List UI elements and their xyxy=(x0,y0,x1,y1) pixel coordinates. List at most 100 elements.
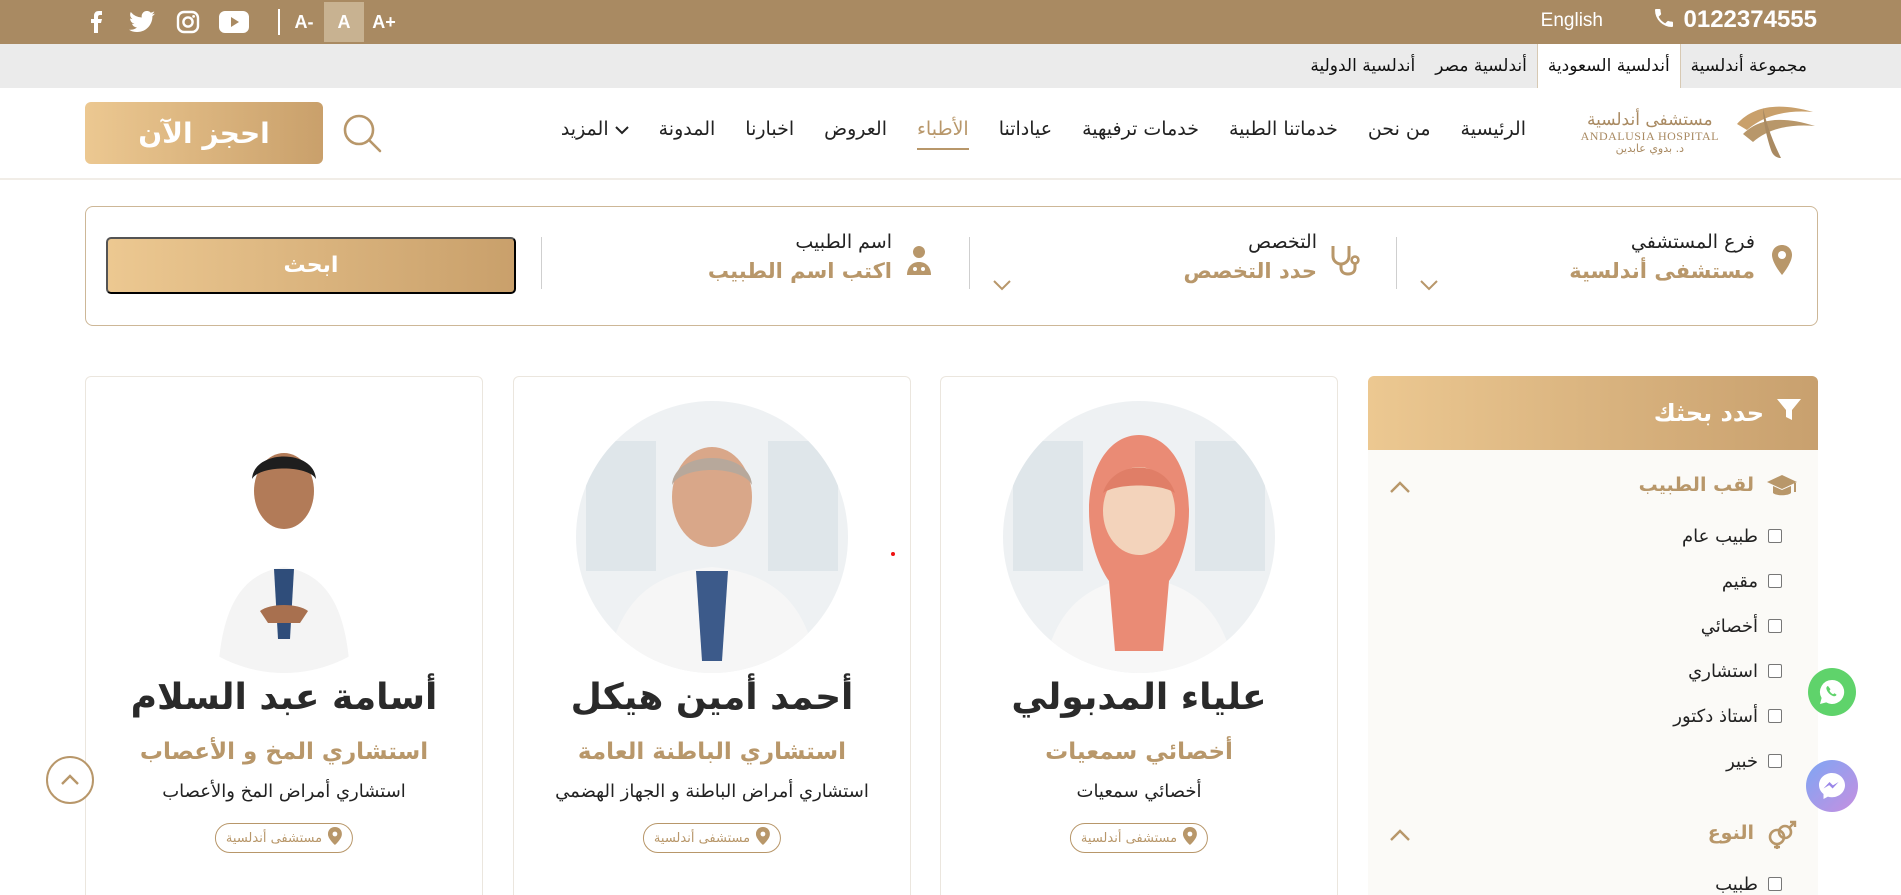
nav-item-doctors[interactable]: الأطباء xyxy=(916,118,969,150)
branch-value: مستشفى أندلسية xyxy=(1569,259,1755,283)
nav-item-blog[interactable]: المدونة xyxy=(659,118,716,140)
specialty-select[interactable]: التخصص حدد التخصص xyxy=(1017,231,1360,303)
filter-option-label: أخصائي xyxy=(1700,615,1758,637)
nav-item-more[interactable]: المزيد xyxy=(561,118,629,140)
top-bar: A- A A+ English 0122374555 xyxy=(0,0,1901,44)
doctor-description: استشاري أمراض المخ والأعصاب xyxy=(162,781,406,802)
doctor-card[interactable]: أحمد أمين هيكل استشاري الباطنة العامة اس… xyxy=(513,376,911,895)
doctor-icon xyxy=(902,243,936,277)
branch-label: مستشفى أندلسية xyxy=(653,830,751,846)
doctor-name[interactable]: علياء المدبولي xyxy=(941,677,1337,718)
checkbox[interactable] xyxy=(1768,754,1782,768)
divider xyxy=(278,9,280,35)
location-pin-icon xyxy=(1183,827,1198,849)
checkbox[interactable] xyxy=(1768,664,1782,678)
filter-option-label: طبيب عام xyxy=(1682,525,1758,547)
group-tabs: مجموعة أندلسية أندلسية السعودية أندلسية … xyxy=(1300,44,1817,88)
branch-label: مستشفى أندلسية xyxy=(1080,830,1178,846)
search-button[interactable]: ابحث xyxy=(106,237,516,294)
filter-section-doctor-title[interactable]: لقب الطبيب xyxy=(1368,468,1818,508)
checkbox[interactable] xyxy=(1768,529,1782,543)
nav-item-entertainment-services[interactable]: خدمات ترفيهية xyxy=(1082,118,1199,140)
language-switch[interactable]: English xyxy=(1541,10,1603,32)
doctor-search-bar: فرع المستشفي مستشفى أندلسية التخصص حدد ا… xyxy=(85,206,1818,326)
chevron-up-icon[interactable] xyxy=(1388,824,1412,848)
phone-contact[interactable]: 0122374555 xyxy=(1652,6,1817,34)
filter-option-label: خبير xyxy=(1726,750,1758,772)
group-tab-andalusia-saudi[interactable]: أندلسية السعودية xyxy=(1536,44,1681,88)
facebook-icon[interactable] xyxy=(80,6,112,38)
doctor-name-input[interactable]: اكتب اسم الطبيب xyxy=(592,259,892,283)
filter-option-resident[interactable]: مقيم xyxy=(1722,567,1782,595)
nav-item-about[interactable]: من نحن xyxy=(1368,118,1431,140)
branch-label: مستشفى أندلسية xyxy=(225,830,323,846)
specialty-value: حدد التخصص xyxy=(1183,259,1318,283)
group-tab-andalusia-group[interactable]: مجموعة أندلسية xyxy=(1681,44,1817,88)
filter-option-consultant[interactable]: استشاري xyxy=(1688,657,1782,685)
nav-item-medical-services[interactable]: خدماتنا الطبية xyxy=(1229,118,1338,140)
filter-section-title: لقب الطبيب xyxy=(1638,474,1754,496)
phone-number: 0122374555 xyxy=(1683,6,1817,33)
doctor-card[interactable]: علياء المدبولي أخصائي سمعيات أخصائي سمعي… xyxy=(940,376,1338,895)
branch-label: فرع المستشفي xyxy=(1630,231,1755,253)
doctor-name[interactable]: أسامة عبد السلام xyxy=(86,677,482,718)
font-larger-button[interactable]: A+ xyxy=(364,2,404,42)
doctor-description: أخصائي سمعيات xyxy=(1076,781,1202,802)
main-header: مستشفى أندلسية ANDALUSIA HOSPITAL د. بدو… xyxy=(0,88,1901,180)
youtube-icon[interactable] xyxy=(218,6,250,38)
hospital-logo[interactable]: مستشفى أندلسية ANDALUSIA HOSPITAL د. بدو… xyxy=(1581,100,1817,166)
book-now-button[interactable]: احجز الآن xyxy=(85,102,323,164)
branch-select[interactable]: فرع المستشفي مستشفى أندلسية xyxy=(1455,231,1792,303)
checkbox[interactable] xyxy=(1768,574,1782,588)
filter-option-label: أستاذ دكتور xyxy=(1673,705,1758,727)
checkbox[interactable] xyxy=(1768,709,1782,723)
doctor-name[interactable]: أحمد أمين هيكل xyxy=(514,677,910,718)
group-tab-andalusia-international[interactable]: أندلسية الدولية xyxy=(1300,44,1425,88)
font-smaller-button[interactable]: A- xyxy=(284,2,324,42)
whatsapp-icon[interactable] xyxy=(1808,668,1856,716)
doctor-card[interactable]: أسامة عبد السلام استشاري المخ و الأعصاب … xyxy=(85,376,483,895)
nav-item-home[interactable]: الرئيسية xyxy=(1461,118,1526,140)
font-normal-button[interactable]: A xyxy=(324,2,364,42)
social-links xyxy=(80,6,294,38)
logo-english: ANDALUSIA HOSPITAL xyxy=(1580,128,1719,143)
doctor-branch-badge: مستشفى أندلسية xyxy=(642,823,782,853)
doctor-name-label: اسم الطبيب xyxy=(795,231,892,253)
scroll-to-top-button[interactable] xyxy=(46,756,94,804)
chevron-down-icon[interactable] xyxy=(992,275,1012,295)
filter-option-doctor[interactable]: طبيب xyxy=(1715,870,1782,895)
messenger-icon[interactable] xyxy=(1806,760,1858,812)
nav-item-clinics[interactable]: عياداتنا xyxy=(999,118,1052,140)
filter-option-general-doctor[interactable]: طبيب عام xyxy=(1682,522,1782,550)
filter-section-title: النوع xyxy=(1707,822,1754,844)
phone-icon xyxy=(1652,6,1676,34)
chevron-down-icon[interactable] xyxy=(1419,275,1439,295)
filter-header: حدد بحثك xyxy=(1368,376,1818,450)
group-tab-andalusia-egypt[interactable]: أندلسية مصر xyxy=(1425,44,1537,88)
doctor-title: أخصائي سمعيات xyxy=(1045,739,1233,765)
doctor-description: استشاري أمراض الباطنة و الجهاز الهضمي xyxy=(555,781,869,802)
main-nav: الرئيسية من نحن خدماتنا الطبية خدمات ترف… xyxy=(561,118,1526,150)
logo-text: مستشفى أندلسية ANDALUSIA HOSPITAL د. بدو… xyxy=(1581,111,1719,155)
nav-item-news[interactable]: اخبارنا xyxy=(745,118,794,140)
checkbox[interactable] xyxy=(1768,619,1782,633)
nav-item-offers[interactable]: العروض xyxy=(824,118,887,140)
doctor-photo xyxy=(148,401,420,673)
filter-section-gender[interactable]: النوع xyxy=(1368,816,1818,856)
filter-icon xyxy=(1776,397,1802,429)
stethoscope-icon xyxy=(1327,243,1361,277)
filter-title: حدد بحثك xyxy=(1653,399,1764,427)
checkbox[interactable] xyxy=(1768,877,1782,891)
twitter-icon[interactable] xyxy=(126,6,158,38)
location-pin-icon xyxy=(1765,243,1799,277)
gender-icon xyxy=(1766,820,1798,850)
chevron-up-icon[interactable] xyxy=(1388,476,1412,500)
search-icon[interactable] xyxy=(340,111,384,155)
filter-option-specialist[interactable]: أخصائي xyxy=(1701,612,1782,640)
group-bar: مجموعة أندلسية أندلسية السعودية أندلسية … xyxy=(0,44,1901,88)
doctor-name-field[interactable]: اسم الطبيب اكتب اسم الطبيب xyxy=(592,231,931,303)
filter-option-professor[interactable]: أستاذ دكتور xyxy=(1673,702,1782,730)
filter-option-label: مقيم xyxy=(1721,570,1758,592)
filter-option-expert[interactable]: خبير xyxy=(1726,747,1782,775)
instagram-icon[interactable] xyxy=(172,6,204,38)
